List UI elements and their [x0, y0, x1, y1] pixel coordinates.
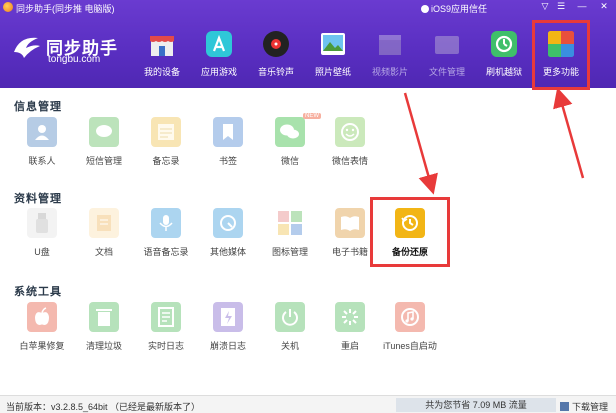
annotation-arrows: [403, 87, 585, 195]
version-text: 当前版本：v3.2.8.5_64bit （已经是最新版本了）: [6, 402, 201, 412]
download-icon: [560, 402, 569, 411]
download-manager-button[interactable]: 下载管理: [560, 400, 608, 413]
arrow-to-backup: [403, 92, 438, 195]
download-label: 下载管理: [572, 402, 609, 412]
traffic-saved: 共为您节省 7.09 MB 流量: [396, 398, 556, 412]
status-bar: 当前版本：v3.2.8.5_64bit （已经是最新版本了） 共为您节省 7.0…: [0, 395, 616, 413]
arrow-to-more-features: [553, 87, 585, 179]
